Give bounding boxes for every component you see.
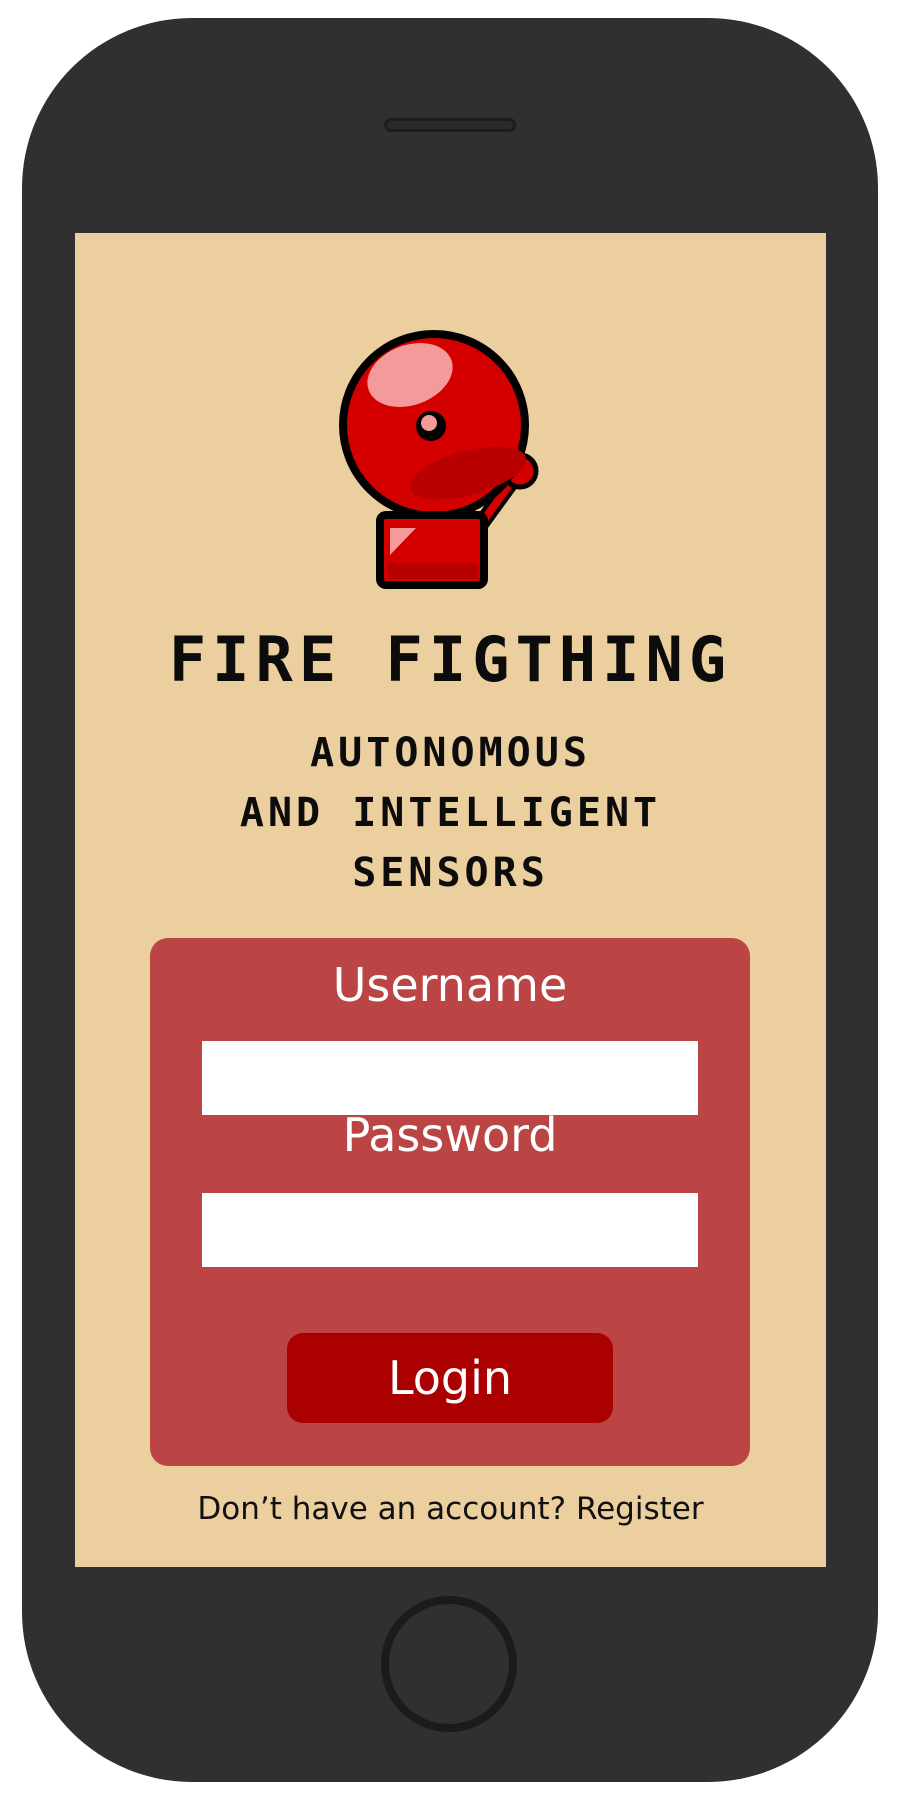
username-label: Username [332,958,568,1012]
home-button[interactable] [381,1596,517,1732]
login-button[interactable]: Login [287,1333,613,1423]
fire-alarm-bell-icon [339,330,539,589]
register-link[interactable]: Don’t have an account? Register [75,1491,826,1527]
subtitle-line: SENSORS [352,850,549,896]
login-card: Username Password Login [150,938,750,1466]
app-subtitle: AUTONOMOUS AND INTELLIGENT SENSORS [75,723,826,903]
app-screen: FIRE FIGTHING AUTONOMOUS AND INTELLIGENT… [75,233,826,1567]
password-label: Password [342,1108,558,1162]
app-title: FIRE FIGTHING [168,623,733,696]
subtitle-line: AND INTELLIGENT [239,790,662,836]
password-input[interactable] [202,1193,698,1267]
phone-frame: FIRE FIGTHING AUTONOMOUS AND INTELLIGENT… [22,18,878,1782]
subtitle-line: AUTONOMOUS [310,730,591,776]
username-input[interactable] [202,1041,698,1115]
phone-speaker [384,118,516,132]
